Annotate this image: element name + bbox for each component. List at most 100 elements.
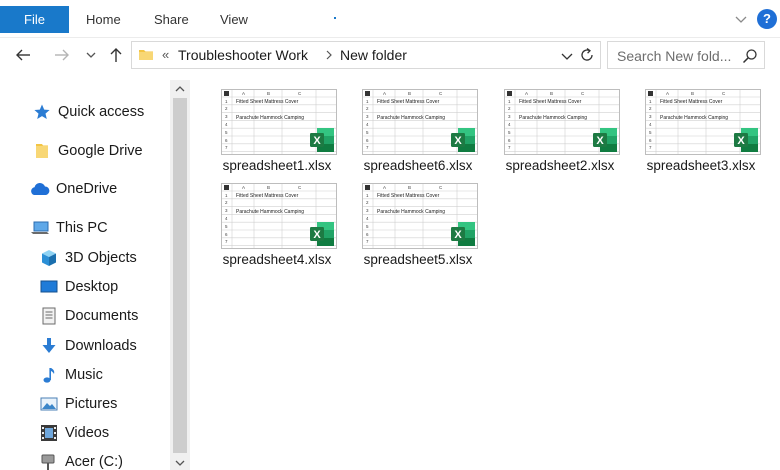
sidebar-item-this-pc[interactable]: This PC xyxy=(30,216,108,240)
row-header: 6 xyxy=(649,137,652,143)
sidebar-item-label: Music xyxy=(65,367,103,383)
row-header: 8 xyxy=(366,153,369,154)
search-icon[interactable] xyxy=(742,48,758,64)
excel-icon: X xyxy=(309,221,335,247)
row-header: 3 xyxy=(225,114,228,120)
column-header: C xyxy=(439,185,443,190)
file-name: spreadsheet5.xlsx xyxy=(363,252,473,267)
sidebar-item-acer-c[interactable]: Acer (C:) xyxy=(40,450,123,470)
row-header: 8 xyxy=(649,153,652,154)
row-header: 6 xyxy=(225,137,228,143)
file-name: spreadsheet3.xlsx xyxy=(646,158,756,173)
cell-text: Fitted Sheet Mattress Cover xyxy=(377,193,440,199)
select-all-corner xyxy=(365,91,370,96)
breadcrumb-troubleshooter-work[interactable]: Troubleshooter Work xyxy=(178,47,308,63)
scroll-down-arrow-icon[interactable] xyxy=(174,456,186,468)
sidebar-item-google-drive[interactable]: Google Drive xyxy=(32,139,143,163)
row-header: 7 xyxy=(508,145,511,151)
back-arrow-icon[interactable] xyxy=(14,45,32,65)
tab-share[interactable]: Share xyxy=(154,6,189,33)
sidebar-item-documents[interactable]: Documents xyxy=(40,304,138,328)
sidebar-item-downloads[interactable]: Downloads xyxy=(40,334,137,358)
file-item[interactable]: A B C 1 2 34 5 6 7 8 Fitted Sheet Mattress Cover Pa… xyxy=(637,83,765,175)
tab-home[interactable]: Home xyxy=(86,6,121,33)
expand-ribbon-chevron-icon[interactable] xyxy=(733,11,749,27)
file-item[interactable]: A B C 1 2 34 5 6 7 8 Fitted Sheet Mattress Cover Pa… xyxy=(496,83,624,175)
scroll-up-arrow-icon[interactable] xyxy=(174,82,186,94)
pictures-icon xyxy=(40,394,58,414)
file-item[interactable]: A B C 1 2 34 5 6 7 8 Fitted Sheet Mattress Cover Pa… xyxy=(354,177,482,269)
row-header: 3 xyxy=(366,208,369,214)
help-button[interactable]: ? xyxy=(757,9,777,29)
tab-view[interactable]: View xyxy=(220,6,248,33)
row-header: 3 xyxy=(649,114,652,120)
up-arrow-icon[interactable] xyxy=(107,45,125,65)
row-header: 5 xyxy=(649,129,652,135)
sidebar-item-pictures[interactable]: Pictures xyxy=(40,392,117,416)
star-icon xyxy=(32,102,52,122)
address-bar[interactable]: « Troubleshooter Work New folder xyxy=(131,41,601,69)
file-item[interactable]: A B C 1 2 34 5 6 7 8 Fitted Sheet Mattress Cover Pa… xyxy=(354,83,482,175)
sidebar-item-label: Desktop xyxy=(65,279,119,295)
column-header: A xyxy=(242,91,246,96)
address-dropdown-chevron-icon[interactable] xyxy=(560,49,574,63)
row-header: 3 xyxy=(508,114,511,120)
excel-icon: X xyxy=(450,221,476,247)
sidebar-item-music[interactable]: Music xyxy=(40,363,103,387)
sidebar-item-desktop[interactable]: Desktop xyxy=(40,275,118,299)
file-name: spreadsheet1.xlsx xyxy=(222,158,332,173)
row-header: 4 xyxy=(366,121,369,127)
excel-icon: X xyxy=(733,127,759,153)
file-item[interactable]: A B C 1 2 34 5 6 7 8 Fitted Sheet Mattress Cover Pa… xyxy=(213,177,341,269)
address-prefix[interactable]: « xyxy=(162,47,169,62)
cell-text: Parachute Hammock Camping xyxy=(377,209,446,215)
forward-arrow-icon[interactable] xyxy=(53,45,71,65)
sidebar-item-3d-objects[interactable]: 3D Objects xyxy=(40,246,137,270)
sidebar-item-label: Quick access xyxy=(58,104,145,120)
sidebar-item-onedrive[interactable]: OneDrive xyxy=(30,177,117,201)
column-header: C xyxy=(298,185,302,190)
select-all-corner xyxy=(365,185,370,190)
column-header: C xyxy=(722,91,726,96)
search-input[interactable]: Search New fold... xyxy=(617,48,731,64)
sidebar-item-label: 3D Objects xyxy=(65,250,137,266)
file-name: spreadsheet6.xlsx xyxy=(363,158,473,173)
sidebar-item-label: Acer (C:) xyxy=(65,454,123,470)
row-header: 8 xyxy=(366,247,369,248)
cell-text: Fitted Sheet Mattress Cover xyxy=(519,99,582,105)
row-header: 2 xyxy=(225,106,228,112)
column-header: B xyxy=(267,185,271,190)
row-header: 5 xyxy=(366,129,369,135)
scrollbar-thumb[interactable] xyxy=(173,98,187,453)
excel-icon: X xyxy=(450,127,476,153)
tab-file[interactable]: File xyxy=(0,6,69,33)
sidebar-item-videos[interactable]: Videos xyxy=(40,421,109,445)
file-name: spreadsheet2.xlsx xyxy=(505,158,615,173)
sidebar-scrollbar[interactable] xyxy=(170,80,190,470)
sidebar-item-quick-access[interactable]: Quick access xyxy=(32,100,144,124)
row-header: 4 xyxy=(225,215,228,221)
computer-icon xyxy=(30,218,50,238)
file-item[interactable]: A B C 1 2 34 5 6 7 8 Fitted Sheet Mattress Cover Pa… xyxy=(213,83,341,175)
svg-text:X: X xyxy=(454,135,462,147)
sidebar-item-label: Documents xyxy=(65,308,139,324)
breadcrumb-new-folder[interactable]: New folder xyxy=(340,47,407,63)
recent-locations-chevron-icon[interactable] xyxy=(85,45,97,65)
row-header: 7 xyxy=(225,239,228,245)
row-header: 4 xyxy=(508,121,511,127)
spreadsheet-thumbnail: A B C 1 2 34 5 6 7 8 Fitted Sheet Mattress Cover Pa… xyxy=(221,183,337,249)
search-box[interactable]: Search New fold... xyxy=(607,41,765,69)
column-header: C xyxy=(439,91,443,96)
column-header: B xyxy=(267,91,271,96)
row-header: 5 xyxy=(225,223,228,229)
row-header: 4 xyxy=(366,215,369,221)
row-header: 1 xyxy=(366,98,369,104)
svg-text:X: X xyxy=(596,135,604,147)
refresh-icon[interactable] xyxy=(578,46,596,64)
row-header: 3 xyxy=(225,208,228,214)
breadcrumb-separator-icon[interactable] xyxy=(324,48,334,62)
row-header: 8 xyxy=(225,153,228,154)
spreadsheet-thumbnail: A B C 1 2 34 5 6 7 8 Fitted Sheet Mattress Cover Pa… xyxy=(221,89,337,155)
cell-text: Parachute Hammock Camping xyxy=(236,209,305,215)
cell-text: Fitted Sheet Mattress Cover xyxy=(660,99,723,105)
